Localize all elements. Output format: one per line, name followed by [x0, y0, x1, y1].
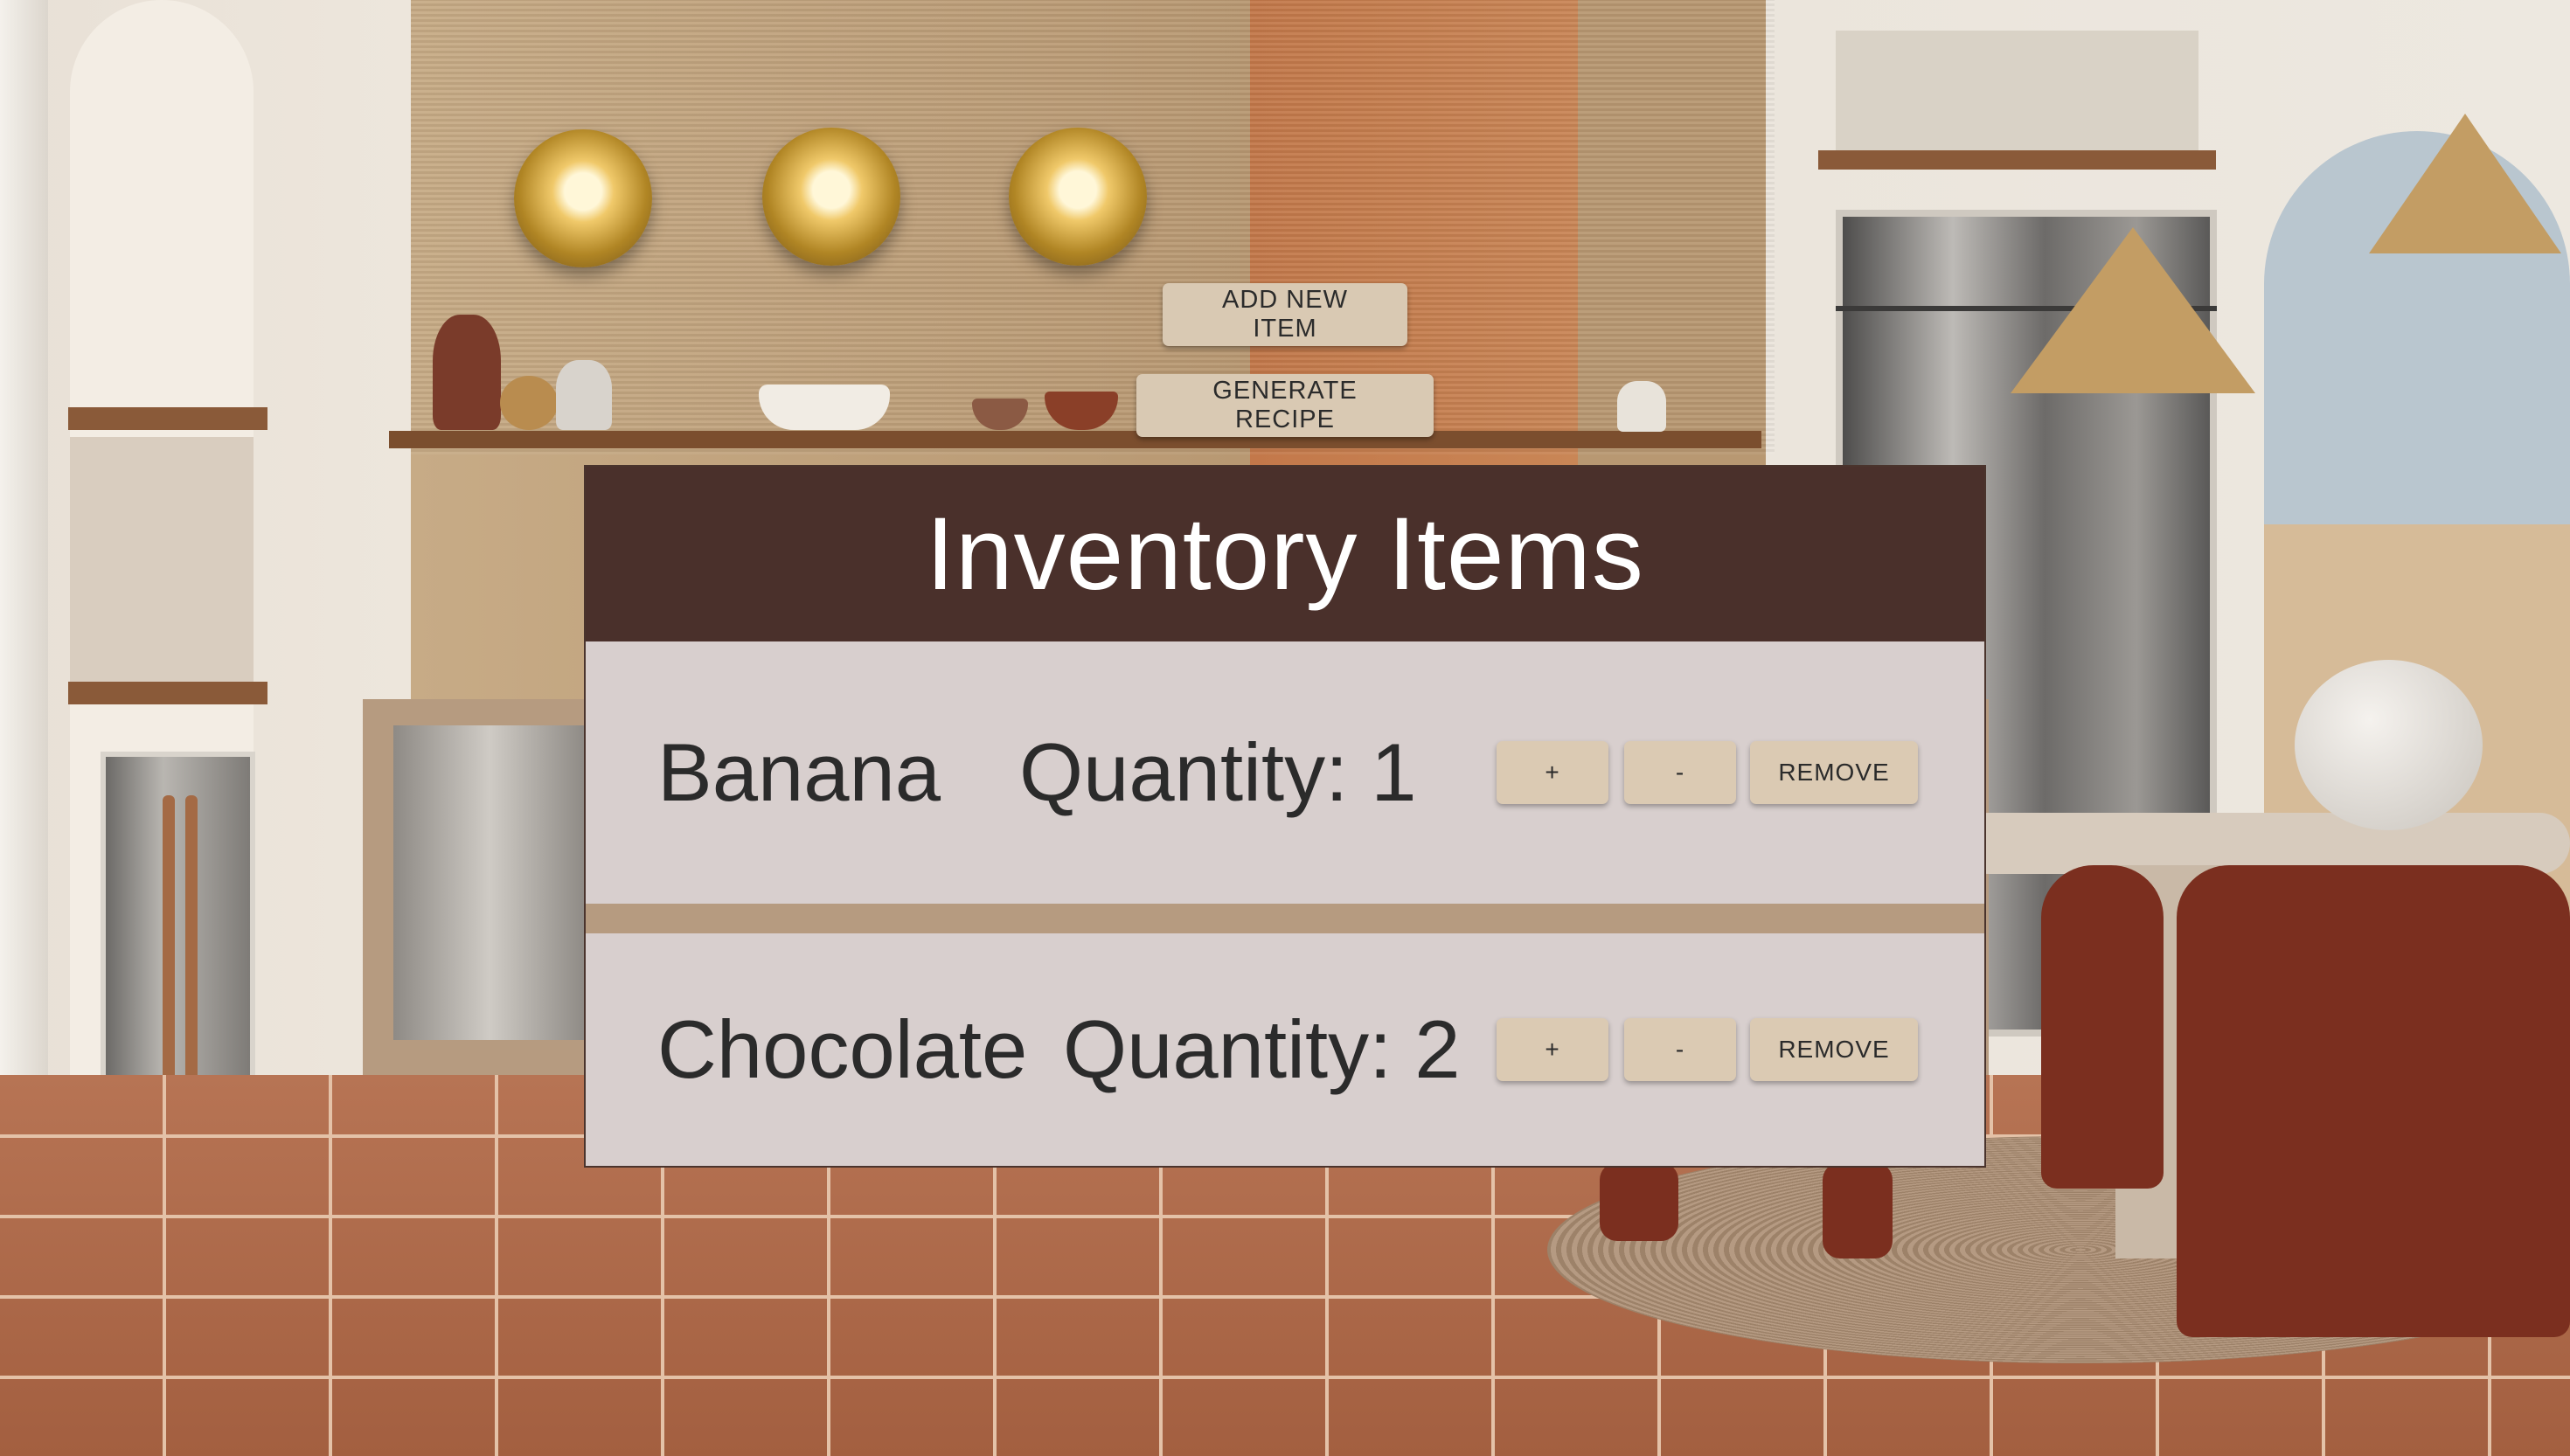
remove-item-button[interactable]: REMOVE [1750, 1018, 1918, 1081]
increment-quantity-button[interactable]: + [1497, 741, 1608, 804]
item-name: Banana [657, 726, 941, 818]
pendant-lamp-icon [2369, 114, 2561, 253]
wall-sconce-icon [514, 129, 652, 267]
inventory-title: Inventory Items [586, 467, 1984, 641]
decrement-quantity-button[interactable]: - [1624, 741, 1736, 804]
inventory-item-row: Chocolate Quantity: 2 + - REMOVE [586, 933, 1984, 1166]
item-quantity: Quantity: 2 [1063, 1003, 1461, 1095]
wall-sconce-icon [1009, 128, 1147, 266]
generate-recipe-button[interactable]: GENERATE RECIPE [1136, 374, 1434, 437]
add-new-item-button[interactable]: ADD NEW ITEM [1163, 283, 1407, 346]
item-quantity: Quantity: 1 [1019, 726, 1417, 818]
decrement-quantity-button[interactable]: - [1624, 1018, 1736, 1081]
increment-quantity-button[interactable]: + [1497, 1018, 1608, 1081]
inventory-item-row: Banana Quantity: 1 + - REMOVE [586, 641, 1984, 904]
wall-sconce-icon [762, 128, 900, 266]
pendant-lamp-icon [2011, 227, 2255, 393]
remove-item-button[interactable]: REMOVE [1750, 741, 1918, 804]
item-name: Chocolate [657, 1003, 1028, 1095]
inventory-panel: Inventory Items Banana Quantity: 1 + - R… [584, 465, 1986, 1168]
